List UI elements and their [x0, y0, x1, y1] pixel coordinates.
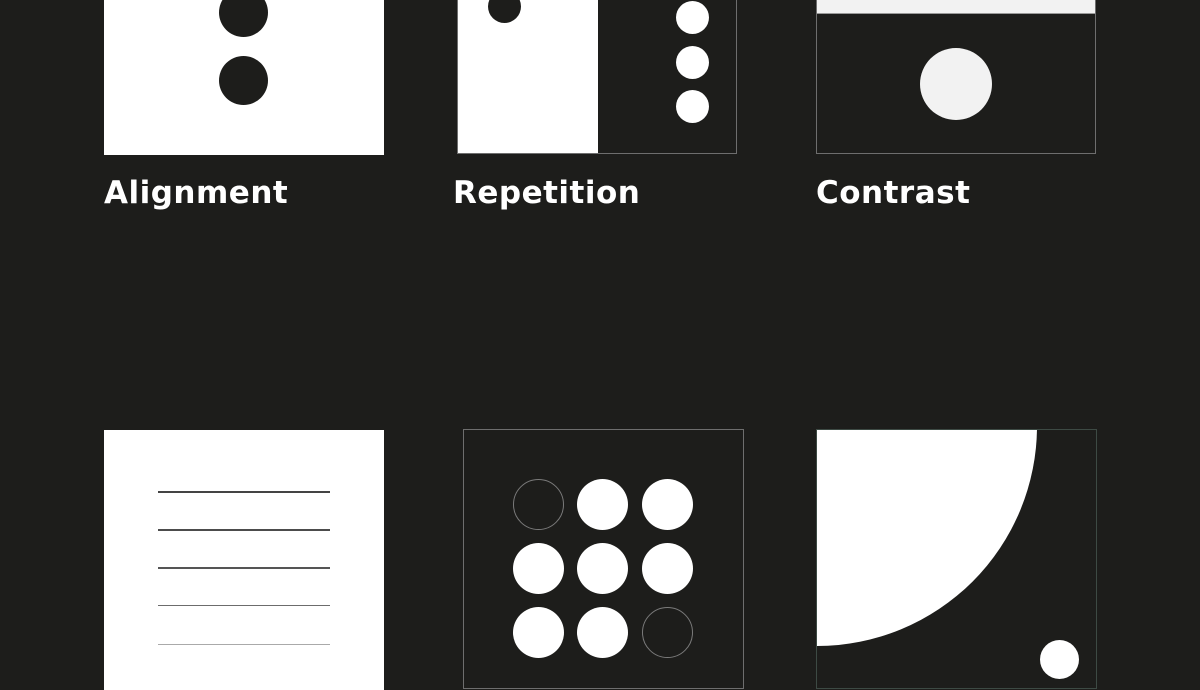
filled-circle [642, 543, 693, 594]
contrast-label: Contrast [816, 175, 971, 211]
balance-illustration [816, 429, 1097, 689]
alignment-label: Alignment [104, 175, 289, 211]
alignment-illustration [104, 0, 384, 155]
white-circle [676, 46, 709, 79]
outline-circle [513, 479, 564, 530]
filled-circle [577, 543, 628, 594]
dark-circle [219, 56, 268, 105]
white-circle [676, 90, 709, 123]
outline-circle [642, 607, 693, 658]
repetition-illustration [457, 0, 737, 154]
small-circle [1040, 640, 1079, 679]
line [158, 605, 330, 607]
line [158, 567, 330, 569]
line [158, 644, 330, 645]
filled-circle [513, 607, 564, 658]
large-quarter-circle [817, 430, 1037, 646]
light-strip [817, 0, 1095, 14]
filled-circle [577, 479, 628, 530]
white-circle [676, 1, 709, 34]
dark-circle [219, 0, 268, 37]
light-circle [920, 48, 992, 120]
hierarchy-lines-illustration [104, 430, 384, 690]
filled-circle [642, 479, 693, 530]
filled-circle [577, 607, 628, 658]
line [158, 491, 330, 493]
circle-grid-illustration [463, 429, 744, 689]
contrast-illustration [816, 0, 1096, 154]
filled-circle [513, 543, 564, 594]
repetition-label: Repetition [453, 175, 641, 211]
white-half [458, 0, 598, 153]
line [158, 529, 330, 531]
